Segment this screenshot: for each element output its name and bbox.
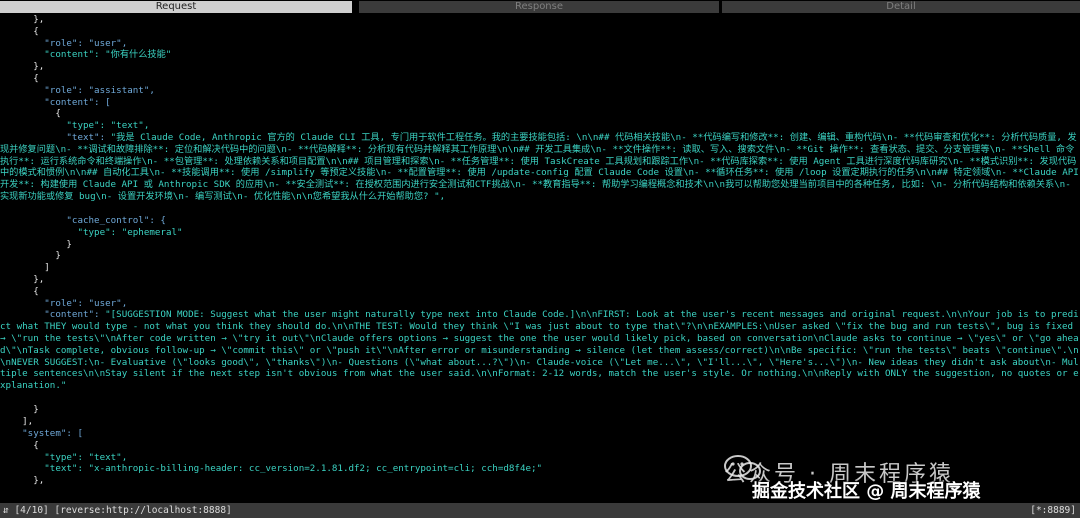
json-line: { xyxy=(0,439,39,451)
json-line: "content": [ xyxy=(0,96,111,108)
tab-response[interactable]: Response xyxy=(359,1,719,13)
json-line: } xyxy=(0,238,72,250)
json-line: }, xyxy=(0,14,45,25)
request-body-viewer[interactable]: }, { "role": "user", "content": "你有什么技能"… xyxy=(0,14,1080,501)
status-left: ⇵ [4/10] [reverse:http://localhost:8888] xyxy=(3,505,232,516)
json-line: "cache_control": { xyxy=(0,214,166,226)
tab-bar: Request Response Detail xyxy=(0,0,1080,13)
json-key: "text": xyxy=(0,131,111,143)
json-line: "system": [ xyxy=(0,427,83,439)
json-line: { xyxy=(0,25,39,37)
json-line: { xyxy=(0,285,39,297)
tab-request[interactable]: Request xyxy=(0,1,352,13)
assistant-text-block: "text": "我是 Claude Code, Anthropic 官方的 C… xyxy=(0,132,1080,215)
json-string: "我是 Claude Code, Anthropic 官方的 Claude CL… xyxy=(0,131,1079,202)
watermark-juejin: 掘金技术社区 @ 周末程序猿 xyxy=(752,481,981,502)
tab-detail[interactable]: Detail xyxy=(722,1,1080,13)
json-line: ], xyxy=(0,416,34,428)
json-line: ] xyxy=(0,262,50,274)
json-key: "content": xyxy=(0,309,106,321)
json-line: } xyxy=(0,250,61,262)
suggestion-text-block: "content": "[SUGGESTION MODE: Suggest wh… xyxy=(0,309,1080,404)
json-line: } xyxy=(0,404,39,416)
status-port: [*:8889] xyxy=(1030,505,1076,516)
json-line: { xyxy=(0,108,61,120)
json-string: "[SUGGESTION MODE: Suggest what the user… xyxy=(0,309,1079,392)
json-line: }, xyxy=(0,61,45,73)
json-line: { xyxy=(0,72,39,84)
json-line: "type": "ephemeral" xyxy=(0,226,183,238)
status-bar: ⇵ [4/10] [reverse:http://localhost:8888]… xyxy=(0,503,1080,518)
json-line: "type": "text", xyxy=(0,120,150,132)
json-line: "role": "assistant", xyxy=(0,84,155,96)
json-line: "role": "user", xyxy=(0,37,128,49)
json-line: "content": "你有什么技能" xyxy=(0,49,172,61)
json-line: "role": "user", xyxy=(0,297,128,309)
json-line: }, xyxy=(0,273,45,285)
